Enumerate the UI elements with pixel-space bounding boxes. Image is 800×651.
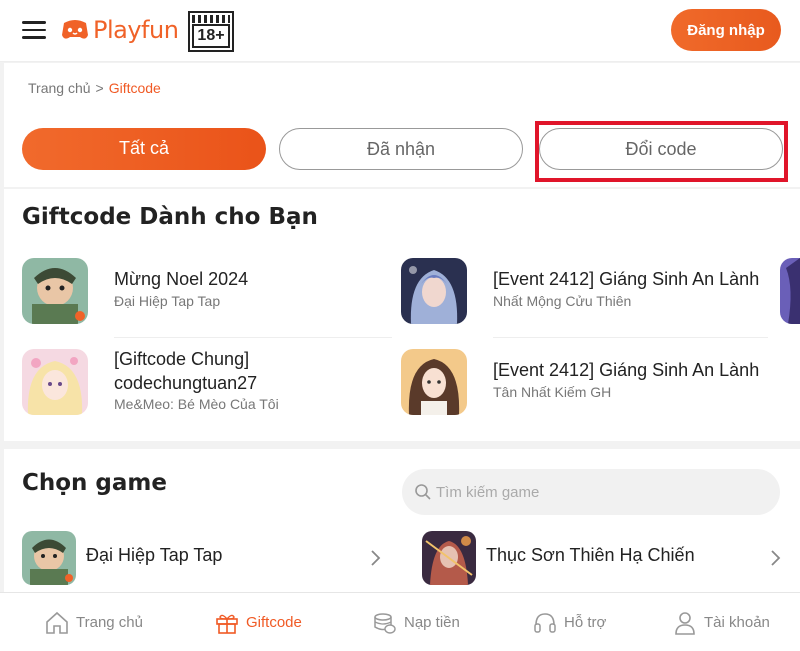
breadcrumb-current: Giftcode — [108, 80, 161, 96]
divider — [493, 337, 768, 338]
age-rating-badge: 18+ — [188, 11, 234, 52]
film-strip-icon — [192, 15, 230, 23]
age-rating-text: 18+ — [192, 24, 230, 48]
giftcode-section: Giftcode Dành cho Bạn Mừng Noel 2024 Đại… — [4, 189, 800, 441]
nav-label: Giftcode — [246, 614, 302, 631]
divider — [114, 337, 392, 338]
game-thumbnail-partial[interactable] — [780, 258, 800, 324]
game-thumbnail — [422, 531, 476, 585]
bottom-navigation: Trang chủ Giftcode Nạp tiền Hỗ trợ Tài k… — [0, 592, 800, 651]
giftcode-title: [Event 2412] Giáng Sinh An Lành — [493, 269, 760, 289]
nav-support[interactable]: Hỗ trợ — [532, 593, 606, 651]
tab-received[interactable]: Đã nhận — [279, 128, 523, 170]
breadcrumb-separator: > — [95, 80, 104, 96]
game-list-item[interactable]: Thục Sơn Thiên Hạ Chiến — [422, 531, 784, 587]
hamburger-menu-icon[interactable] — [22, 21, 46, 39]
logo-text: Playfun — [93, 16, 179, 44]
headset-icon — [534, 612, 556, 633]
nav-label: Nạp tiền — [404, 614, 460, 631]
giftcode-item[interactable]: [Event 2412] Giáng Sinh An Lành Nhất Mộn… — [401, 258, 776, 330]
game-list-item[interactable]: Đại Hiệp Tap Tap — [22, 531, 384, 587]
search-input[interactable] — [436, 477, 756, 507]
coins-icon — [374, 612, 396, 634]
giftcode-title: Mừng Noel 2024 — [114, 269, 249, 289]
game-thumbnail — [22, 531, 76, 585]
choose-game-section: Chọn game Đại Hiệp Tap Tap — [4, 449, 800, 609]
breadcrumb: Trang chủ > Giftcode — [28, 80, 161, 96]
nav-topup[interactable]: Nạp tiền — [372, 593, 460, 651]
chevron-right-icon — [371, 550, 381, 566]
game-thumbnail — [401, 258, 467, 324]
nav-account[interactable]: Tài khoản — [672, 593, 770, 651]
search-icon — [415, 484, 431, 500]
game-name: Đại Hiệp Tap Tap — [86, 545, 223, 565]
game-thumbnail — [401, 349, 467, 415]
nav-home[interactable]: Trang chủ — [44, 593, 143, 651]
user-icon — [675, 611, 695, 635]
giftcode-item[interactable]: Mừng Noel 2024 Đại Hiệp Tap Tap — [22, 258, 392, 330]
giftcode-game: Tân Nhất Kiếm GH — [493, 384, 612, 400]
tab-all[interactable]: Tất cả — [22, 128, 266, 170]
giftcode-title-line2: codechungtuan27 — [114, 373, 258, 393]
giftcode-title: [Event 2412] Giáng Sinh An Lành — [493, 360, 760, 380]
top-header: Playfun 18+ Đăng nhập — [0, 0, 800, 62]
login-button[interactable]: Đăng nhập — [671, 9, 781, 51]
nav-label: Tài khoản — [704, 614, 770, 631]
giftcode-game: Đại Hiệp Tap Tap — [114, 293, 221, 309]
giftcode-game: Nhất Mộng Cửu Thiên — [493, 293, 632, 309]
game-thumbnail — [22, 349, 88, 415]
giftcode-game: Me&Meo: Bé Mèo Của Tôi — [114, 396, 279, 412]
game-thumbnail — [22, 258, 88, 324]
nav-label: Trang chủ — [76, 614, 143, 631]
gamepad-logo-icon — [62, 20, 88, 39]
giftcode-item[interactable]: [Giftcode Chung] codechungtuan27 Me&Meo:… — [22, 349, 392, 421]
highlight-box — [535, 121, 788, 182]
giftcode-title-line1: [Giftcode Chung] — [114, 349, 250, 369]
giftcode-section-title: Giftcode Dành cho Bạn — [22, 204, 318, 230]
gift-icon — [216, 614, 238, 634]
home-icon — [46, 611, 68, 634]
choose-game-title: Chọn game — [22, 470, 167, 496]
playfun-logo[interactable]: Playfun — [60, 12, 179, 48]
game-name: Thục Sơn Thiên Hạ Chiến — [486, 545, 695, 565]
game-search-box[interactable] — [402, 469, 780, 515]
chevron-right-icon — [771, 550, 781, 566]
nav-giftcode[interactable]: Giftcode — [214, 593, 302, 651]
nav-label: Hỗ trợ — [564, 614, 607, 631]
breadcrumb-home[interactable]: Trang chủ — [28, 80, 91, 96]
giftcode-item[interactable]: [Event 2412] Giáng Sinh An Lành Tân Nhất… — [401, 349, 776, 421]
